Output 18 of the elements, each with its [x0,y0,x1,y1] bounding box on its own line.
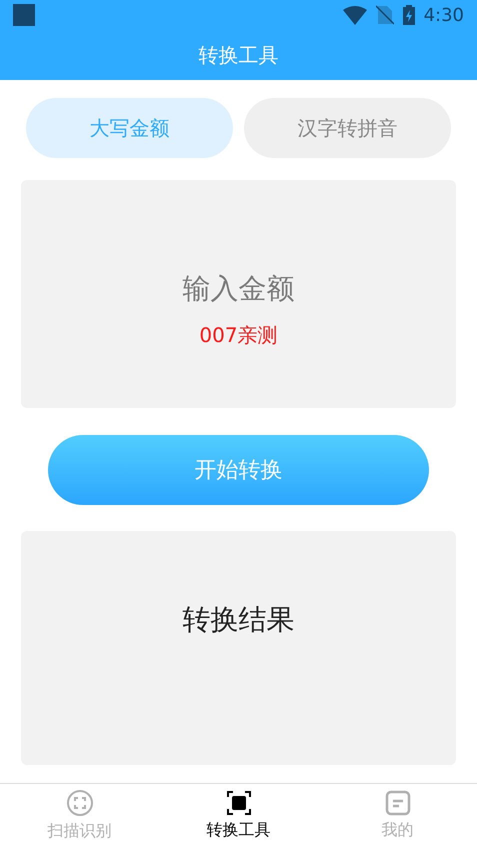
note-text: 007亲测 [199,322,278,349]
scan-face-icon [66,789,94,817]
tab[interactable]: 汉字转拼音 [244,98,451,158]
notification-icon [13,4,35,26]
wifi-icon [342,5,367,25]
battery-icon [402,5,415,25]
tab[interactable]: 大写金额 [26,98,233,158]
amount-input-field[interactable]: 输入金额 [88,268,388,310]
no-sim-icon [376,5,394,25]
result-text: 转换结果 [182,602,294,638]
document-icon [384,790,410,816]
window-title: 转换工具 [198,42,278,69]
status-time: 4:30 [424,4,464,28]
nav-tab[interactable]: 我的 [318,784,477,848]
convert-button[interactable]: 开始转换 [48,435,429,505]
nav-tab[interactable]: 转换工具 [159,784,318,848]
nav-tab[interactable]: 扫描识别 [0,784,159,848]
scan-frame-icon [226,790,252,816]
